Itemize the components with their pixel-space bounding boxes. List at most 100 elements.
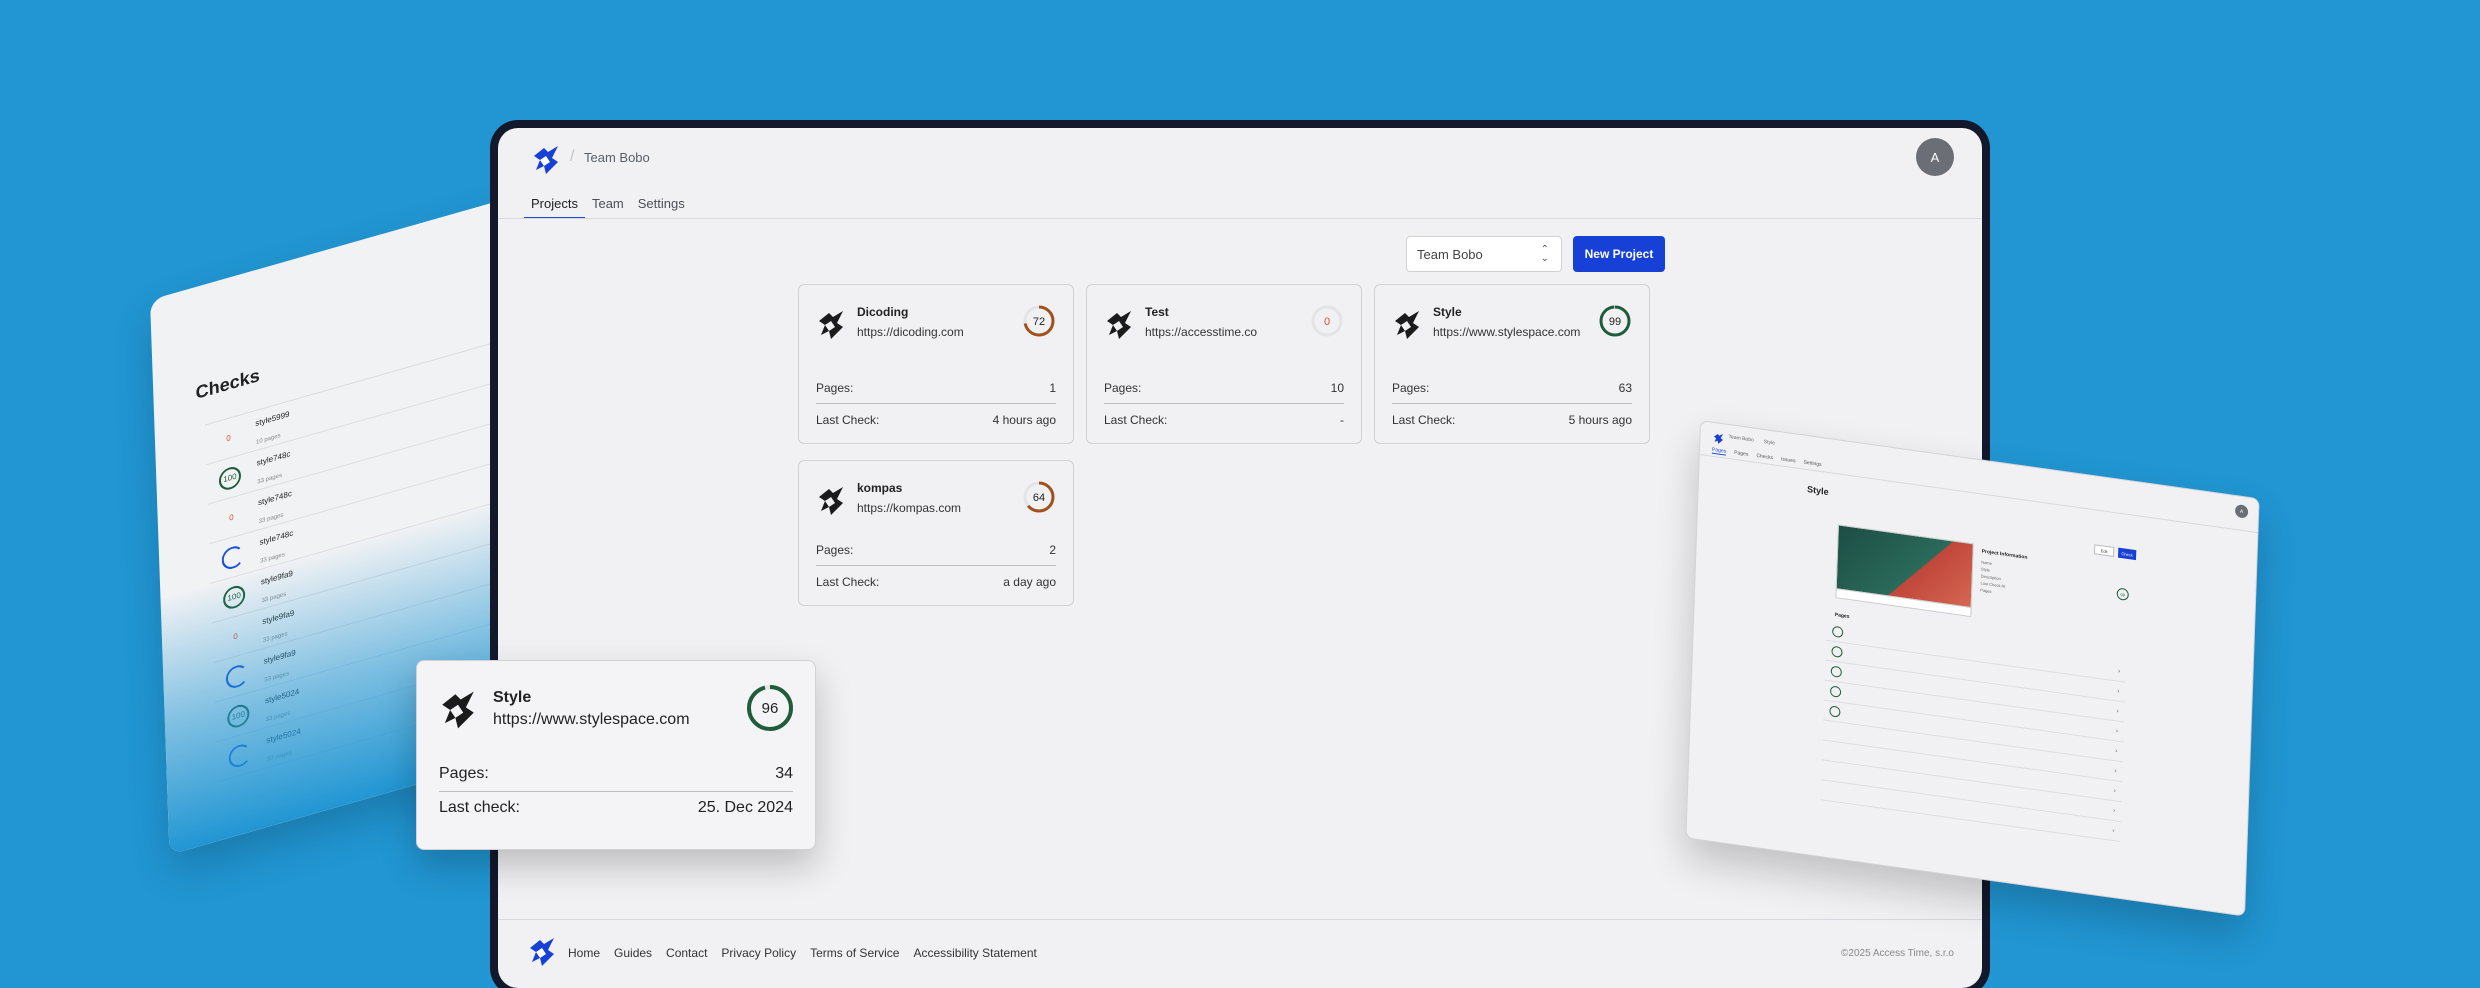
project-url: https://www.stylespace.com: [493, 711, 690, 728]
mini-row-score: [1829, 685, 1842, 698]
project-name: Style: [1433, 305, 1462, 319]
last-check-value: 4 hours ago: [992, 413, 1056, 427]
check-pages: 33 pages: [257, 472, 283, 486]
mini-divider: [1699, 453, 2258, 534]
check-pages: 33 pages: [258, 511, 284, 525]
highlight-project-card[interactable]: Style https://www.stylespace.com 96 Page…: [416, 660, 816, 850]
last-check-value: a day ago: [1003, 575, 1056, 589]
score-value: 96: [762, 700, 779, 717]
tab-settings[interactable]: Settings: [631, 196, 692, 219]
project-name: kompas: [857, 481, 903, 495]
footer-links: Home Guides Contact Privacy Policy Terms…: [568, 946, 1037, 960]
tab-team[interactable]: Team: [585, 196, 631, 219]
mini-tab: Issues: [1780, 456, 1796, 465]
pages-row: Pages: 34: [439, 765, 793, 783]
last-check-value: -: [1340, 413, 1344, 427]
score-value: 99: [1609, 316, 1621, 328]
pages-row: Pages: 2: [816, 543, 1056, 557]
footer-link-guides[interactable]: Guides: [614, 946, 652, 960]
project-logo-icon: [1103, 309, 1135, 341]
last-check-label: Last Check:: [816, 575, 880, 589]
mini-pages-list: › › › › › › › › ›: [1820, 620, 2127, 843]
check-score: 0: [226, 433, 231, 444]
footer-link-contact[interactable]: Contact: [666, 946, 707, 960]
tab-projects[interactable]: Projects: [524, 196, 585, 219]
mini-breadcrumb: Team Bobo Style: [1728, 434, 1775, 446]
last-check-row: Last check: 25. Dec 2024: [439, 799, 793, 817]
project-card[interactable]: kompas https://kompas.com 64 Pages: 2 Last Ch…: [798, 460, 1074, 606]
mini-info-lines: Name Style Description Last Check At Pages: [1980, 558, 2006, 596]
mini-tab: Pages: [1711, 446, 1727, 456]
pages-value: 2: [1049, 543, 1056, 557]
main-tabs: Projects Team Settings: [524, 196, 692, 219]
score-ring: 64: [1021, 479, 1057, 515]
score-value: 64: [1033, 492, 1045, 504]
project-logo-icon: [815, 485, 847, 517]
project-logo-icon: [815, 309, 847, 341]
pages-label: Pages:: [1104, 381, 1142, 395]
checks-title: Checks: [195, 364, 261, 403]
pages-value: 1: [1049, 381, 1056, 395]
mini-row-score: [1832, 625, 1844, 639]
copyright-text: ©2025 Access Time, s.r.o: [1841, 948, 1954, 959]
new-project-button[interactable]: New Project: [1573, 236, 1665, 272]
project-card[interactable]: Dicoding https://dicoding.com 72 Pages: 1 Las…: [798, 284, 1074, 444]
chevron-right-icon: ›: [2117, 668, 2121, 675]
last-check-value: 5 hours ago: [1568, 413, 1632, 427]
chevron-right-icon: ›: [2113, 807, 2116, 814]
footer-link-home[interactable]: Home: [568, 946, 600, 960]
last-check-label: Last Check:: [1392, 413, 1456, 427]
pages-value: 34: [775, 765, 793, 782]
footer-link-privacy[interactable]: Privacy Policy: [721, 946, 796, 960]
pages-label: Pages:: [816, 543, 854, 557]
card-divider: [816, 565, 1056, 566]
last-check-label: Last check:: [439, 799, 520, 816]
mini-crumb-team: Team Bobo: [1728, 434, 1754, 444]
select-chevron-icon: ⌃ ⌄: [1540, 244, 1549, 264]
mini-row-score: [1830, 665, 1842, 678]
pages-row: Pages: 63: [1392, 381, 1632, 395]
breadcrumb-team[interactable]: Team Bobo: [584, 150, 650, 165]
mini-crumb-project: Style: [1763, 438, 1776, 447]
check-pages: 10 pages: [255, 432, 281, 446]
mini-tab: Checks: [1756, 452, 1774, 462]
pages-label: Pages:: [816, 381, 854, 395]
check-name: style748c: [259, 527, 294, 547]
app-logo-icon[interactable]: [530, 144, 562, 176]
check-score: 100: [218, 463, 242, 492]
breadcrumb-separator: /: [570, 148, 575, 165]
project-url: https://accesstime.co: [1145, 325, 1258, 339]
score-ring: 96: [745, 683, 795, 733]
project-detail-preview: Team Bobo Style A Pages Pages Checks Iss…: [1685, 420, 2260, 917]
score-ring: 72: [1021, 303, 1057, 339]
project-name: Style: [493, 689, 532, 706]
last-check-row: Last Check: 4 hours ago: [816, 413, 1056, 427]
card-divider: [816, 403, 1056, 404]
mini-tab: Pages: [1734, 449, 1749, 458]
team-select[interactable]: Team Bobo ⌃ ⌄: [1406, 236, 1562, 272]
team-select-value: Team Bobo: [1417, 246, 1483, 262]
top-bar: / Team Bobo A Projects Team Settings: [498, 128, 1982, 219]
footer-link-accessibility[interactable]: Accessibility Statement: [913, 946, 1036, 960]
score-ring: 0: [1309, 303, 1345, 339]
project-card[interactable]: Style https://www.stylespace.com 99 Pages: 6…: [1374, 284, 1650, 444]
chevron-right-icon: ›: [2115, 747, 2118, 755]
footer-logo-icon[interactable]: [526, 936, 558, 968]
check-name: style748c: [257, 488, 293, 507]
project-url: https://dicoding.com: [857, 325, 964, 339]
check-name: style748c: [256, 448, 291, 468]
check-score: [221, 543, 245, 572]
footer-link-terms[interactable]: Terms of Service: [810, 946, 899, 960]
footer: Home Guides Contact Privacy Policy Terms…: [498, 920, 1982, 988]
score-ring: 99: [1597, 303, 1633, 339]
project-card[interactable]: Test https://accesstime.co 0 Pages: 10 Last C…: [1086, 284, 1362, 444]
project-name: Dicoding: [857, 305, 909, 319]
user-avatar[interactable]: A: [1916, 138, 1954, 176]
chevron-right-icon: ›: [2113, 787, 2116, 794]
chevron-right-icon: ›: [2115, 727, 2119, 735]
pages-label: Pages:: [1392, 381, 1430, 395]
score-value: 72: [1033, 316, 1045, 328]
last-check-value: 25. Dec 2024: [697, 799, 793, 816]
pages-row: Pages: 10: [1104, 381, 1344, 395]
project-url: https://www.stylespace.com: [1433, 325, 1581, 339]
